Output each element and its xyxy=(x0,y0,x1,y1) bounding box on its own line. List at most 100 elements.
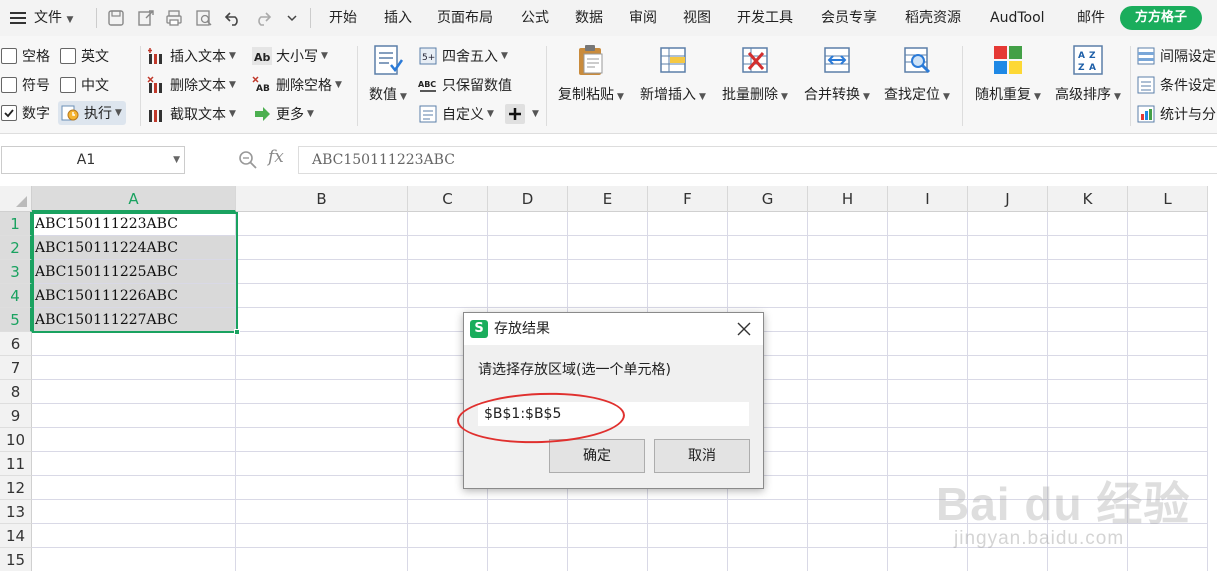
cell-a14[interactable] xyxy=(32,524,236,548)
column-header-a[interactable]: A xyxy=(32,186,236,212)
cell-h13[interactable] xyxy=(808,500,888,524)
cell-e1[interactable] xyxy=(568,212,648,236)
cell-k5[interactable] xyxy=(1048,308,1128,332)
cell-e4[interactable] xyxy=(568,284,648,308)
cell-h9[interactable] xyxy=(808,404,888,428)
checkbox-box[interactable] xyxy=(60,48,76,64)
cell-g14[interactable] xyxy=(728,524,808,548)
cell-g1[interactable] xyxy=(728,212,808,236)
name-box[interactable]: A1 ▼ xyxy=(1,146,185,174)
cell-b5[interactable] xyxy=(236,308,408,332)
cell-l13[interactable] xyxy=(1128,500,1208,524)
tab-data[interactable]: 数据 xyxy=(575,0,603,36)
random-repeat-button[interactable]: 随机重复 ▼ xyxy=(970,42,1046,104)
cell-f3[interactable] xyxy=(648,260,728,284)
batch-delete-button[interactable]: 批量删除 ▼ xyxy=(716,42,794,104)
cell-k12[interactable] xyxy=(1048,476,1128,500)
cell-e2[interactable] xyxy=(568,236,648,260)
cell-h2[interactable] xyxy=(808,236,888,260)
cell-l6[interactable] xyxy=(1128,332,1208,356)
cell-b2[interactable] xyxy=(236,236,408,260)
row-header-8[interactable]: 8 xyxy=(0,380,32,404)
number-button[interactable]: 数值 ▼ xyxy=(364,42,412,104)
tab-fangfang-gezi[interactable]: 方方格子 xyxy=(1120,6,1202,30)
cell-b14[interactable] xyxy=(236,524,408,548)
redo-icon[interactable] xyxy=(252,0,274,36)
cell-i6[interactable] xyxy=(888,332,968,356)
file-menu[interactable]: 文件 ▼ xyxy=(34,0,73,36)
delete-spaces-button[interactable]: AB 删除空格 ▼ xyxy=(252,73,342,97)
row-header-15[interactable]: 15 xyxy=(0,548,32,571)
add-insert-button[interactable]: 新增插入 ▼ xyxy=(634,42,712,104)
column-header-k[interactable]: K xyxy=(1048,186,1128,212)
cell-c14[interactable] xyxy=(408,524,488,548)
quick-access-dropdown-icon[interactable] xyxy=(284,0,300,36)
row-header-10[interactable]: 10 xyxy=(0,428,32,452)
cell-b6[interactable] xyxy=(236,332,408,356)
cell-j5[interactable] xyxy=(968,308,1048,332)
cell-c3[interactable] xyxy=(408,260,488,284)
row-header-7[interactable]: 7 xyxy=(0,356,32,380)
cell-i5[interactable] xyxy=(888,308,968,332)
tab-member[interactable]: 会员专享 xyxy=(821,0,877,36)
checkbox-box[interactable] xyxy=(1,48,17,64)
row-header-5[interactable]: 5 xyxy=(0,308,32,332)
column-header-h[interactable]: H xyxy=(808,186,888,212)
cell-j14[interactable] xyxy=(968,524,1048,548)
cell-a1[interactable]: ABC150111223ABC xyxy=(32,212,236,236)
checkbox-number[interactable]: 数字 xyxy=(1,101,50,125)
cell-c2[interactable] xyxy=(408,236,488,260)
cell-a15[interactable] xyxy=(32,548,236,571)
cell-d4[interactable] xyxy=(488,284,568,308)
fx-icon[interactable]: fx xyxy=(268,147,284,167)
cell-b10[interactable] xyxy=(236,428,408,452)
cell-e15[interactable] xyxy=(568,548,648,571)
column-header-l[interactable]: L xyxy=(1128,186,1208,212)
cell-k10[interactable] xyxy=(1048,428,1128,452)
cell-i11[interactable] xyxy=(888,452,968,476)
cell-a4[interactable]: ABC150111226ABC xyxy=(32,284,236,308)
dialog-title-bar[interactable]: S 存放结果 xyxy=(464,313,763,345)
row-header-1[interactable]: 1 xyxy=(0,212,32,236)
cell-a3[interactable]: ABC150111225ABC xyxy=(32,260,236,284)
cell-k8[interactable] xyxy=(1048,380,1128,404)
insert-text-button[interactable]: 插入文本 ▼ xyxy=(146,44,236,68)
cell-f14[interactable] xyxy=(648,524,728,548)
cell-i4[interactable] xyxy=(888,284,968,308)
cell-b4[interactable] xyxy=(236,284,408,308)
cell-g3[interactable] xyxy=(728,260,808,284)
cell-l3[interactable] xyxy=(1128,260,1208,284)
cell-l11[interactable] xyxy=(1128,452,1208,476)
execute-button[interactable]: 执行 ▼ xyxy=(58,101,126,125)
cell-h6[interactable] xyxy=(808,332,888,356)
cell-k9[interactable] xyxy=(1048,404,1128,428)
cell-g4[interactable] xyxy=(728,284,808,308)
cell-k2[interactable] xyxy=(1048,236,1128,260)
cell-b9[interactable] xyxy=(236,404,408,428)
close-icon[interactable] xyxy=(735,320,753,338)
column-header-b[interactable]: B xyxy=(236,186,408,212)
cell-i12[interactable] xyxy=(888,476,968,500)
cell-i14[interactable] xyxy=(888,524,968,548)
cell-h4[interactable] xyxy=(808,284,888,308)
cell-j7[interactable] xyxy=(968,356,1048,380)
checkbox-chinese[interactable]: 中文 xyxy=(60,73,109,97)
cell-c4[interactable] xyxy=(408,284,488,308)
formula-input[interactable]: ABC150111223ABC xyxy=(298,146,1217,174)
delete-text-button[interactable]: 删除文本 ▼ xyxy=(146,73,236,97)
cell-i10[interactable] xyxy=(888,428,968,452)
cell-b3[interactable] xyxy=(236,260,408,284)
find-locate-button[interactable]: 查找定位 ▼ xyxy=(878,42,956,104)
cell-l10[interactable] xyxy=(1128,428,1208,452)
cell-k14[interactable] xyxy=(1048,524,1128,548)
row-header-11[interactable]: 11 xyxy=(0,452,32,476)
cell-l14[interactable] xyxy=(1128,524,1208,548)
cell-l9[interactable] xyxy=(1128,404,1208,428)
select-all-corner[interactable] xyxy=(0,186,32,212)
cell-h14[interactable] xyxy=(808,524,888,548)
cell-b13[interactable] xyxy=(236,500,408,524)
cell-k15[interactable] xyxy=(1048,548,1128,571)
checkbox-box[interactable] xyxy=(1,105,17,121)
row-header-14[interactable]: 14 xyxy=(0,524,32,548)
cell-i13[interactable] xyxy=(888,500,968,524)
